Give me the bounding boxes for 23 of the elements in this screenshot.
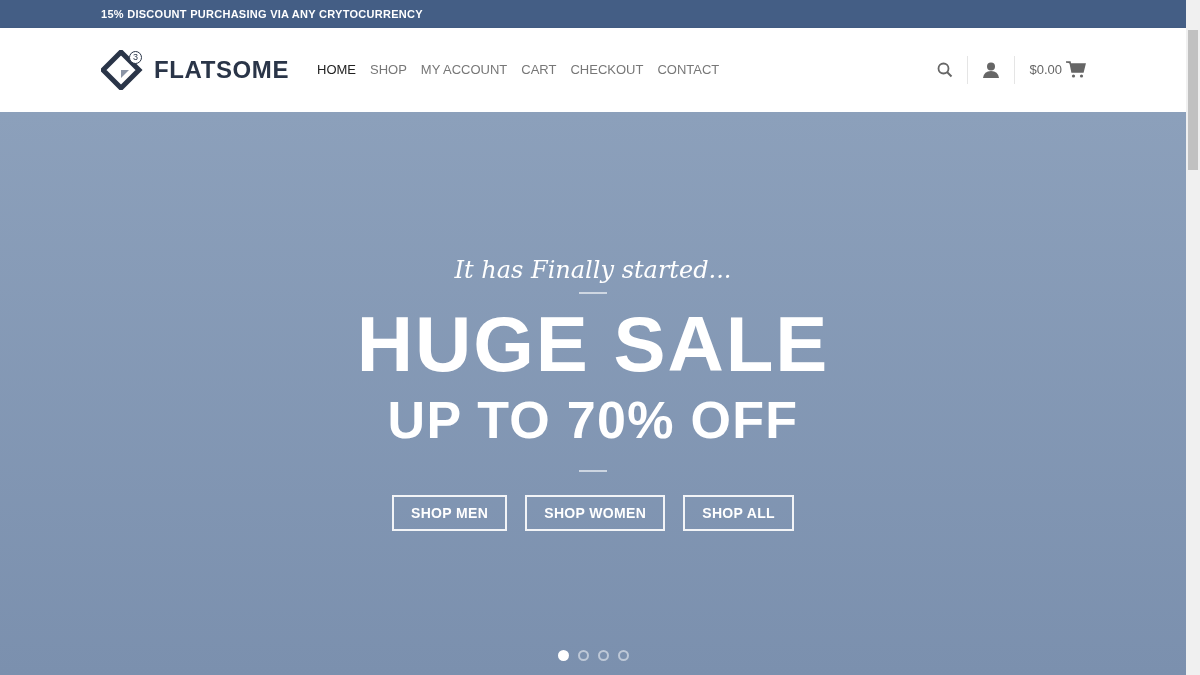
- search-icon[interactable]: [937, 62, 954, 78]
- logo-text: FLATSOME: [154, 55, 289, 85]
- nav-link[interactable]: HOME: [317, 60, 356, 80]
- nav-link[interactable]: SHOP: [370, 60, 407, 80]
- scrollbar-thumb[interactable]: [1188, 30, 1198, 170]
- cart-total[interactable]: $0.00: [1029, 60, 1062, 80]
- logo[interactable]: 3 FLATSOME: [101, 50, 289, 90]
- promo-text: 15% DISCOUNT PURCHASING VIA ANY CRYTOCURRENCY: [101, 6, 423, 22]
- hero-tagline: It has Finally started...: [454, 255, 732, 286]
- nav-link[interactable]: CHECKOUT: [570, 60, 644, 80]
- shop-button[interactable]: SHOP WOMEN: [525, 495, 666, 531]
- user-icon[interactable]: [982, 61, 1001, 79]
- shop-button[interactable]: SHOP MEN: [391, 495, 508, 531]
- hero-headline: HUGE SALE: [356, 300, 830, 388]
- cart-icon[interactable]: [1066, 61, 1086, 79]
- logo-badge: 3: [129, 50, 142, 64]
- nav-link[interactable]: CONTACT: [657, 60, 720, 80]
- hero-subheadline: UP TO 70% OFF: [387, 390, 799, 451]
- nav-link[interactable]: CART: [521, 60, 557, 80]
- diamond-logo-icon: [101, 50, 143, 90]
- nav-link[interactable]: MY ACCOUNT: [420, 60, 508, 80]
- scrollbar[interactable]: [1186, 0, 1200, 675]
- shop-button[interactable]: SHOP ALL: [683, 495, 795, 531]
